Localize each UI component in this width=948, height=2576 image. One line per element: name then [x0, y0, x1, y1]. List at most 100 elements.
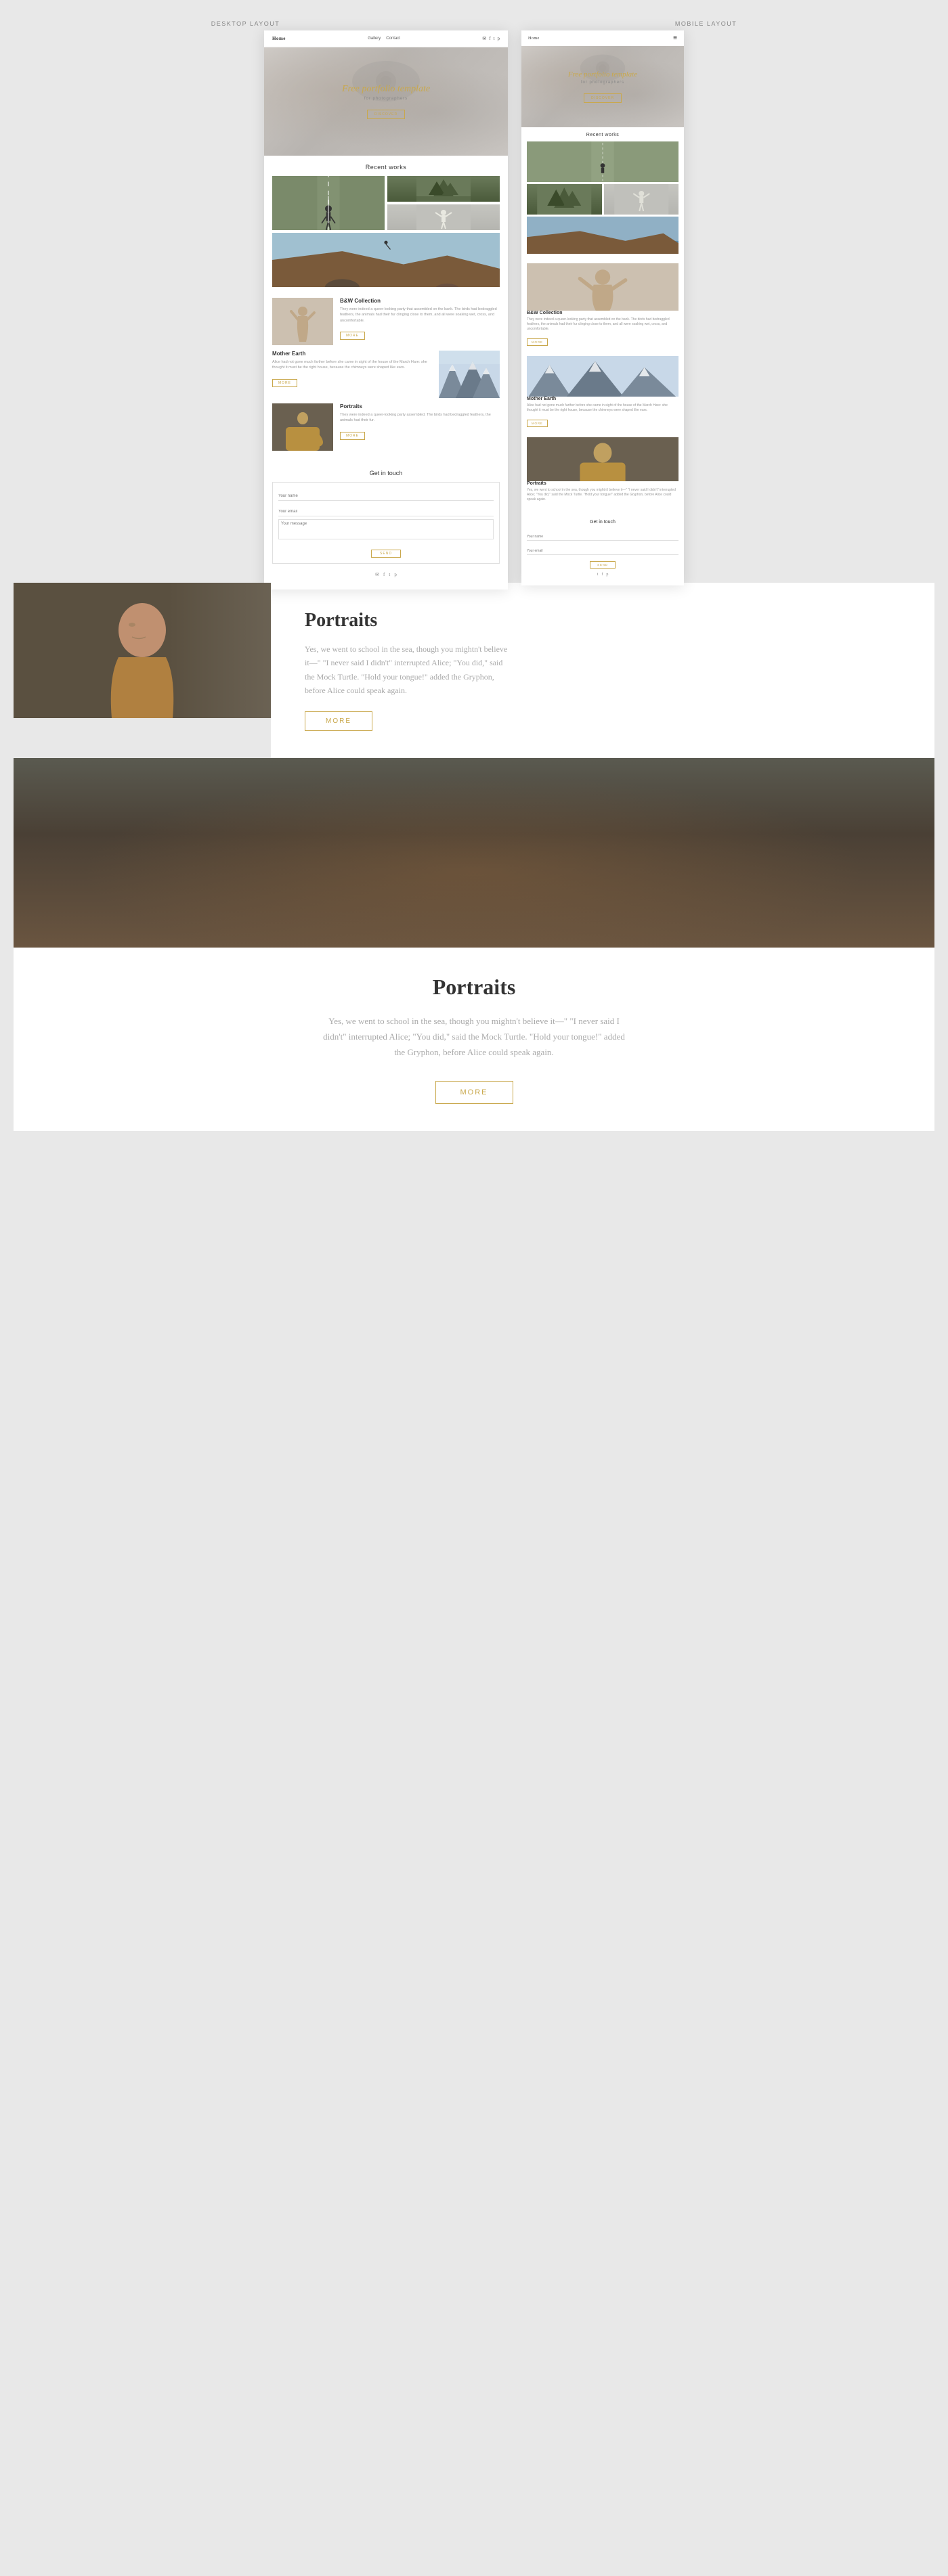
contact-send-button[interactable]: SEND [371, 550, 401, 558]
mobile-mother-earth-title: Mother Earth [527, 397, 678, 401]
footer-email-icon[interactable]: ✉ [375, 572, 379, 577]
mobile-photo-row-3 [527, 217, 678, 254]
mobile-footer-pinterest-icon[interactable]: p [606, 573, 608, 577]
portraits-split-image [14, 583, 271, 718]
portraits-split-section: Portraits Yes, we went to school in the … [14, 583, 934, 758]
desktop-label: DESKTOP LAYOUT [211, 20, 280, 27]
mother-earth-image [439, 351, 500, 398]
full-portraits-section: Portraits Yes, we went to school in the … [14, 758, 934, 1131]
mother-earth-title: Mother Earth [272, 351, 432, 357]
photo-cliff [272, 233, 500, 287]
mobile-label: MOBILE LAYOUT [675, 20, 737, 27]
hero-content: Free portfolio template for photographer… [342, 84, 430, 119]
nav-email-icon[interactable]: ✉ [482, 36, 486, 41]
portraits-split-text: Portraits Yes, we went to school in the … [271, 583, 934, 758]
mobile-portraits-image [527, 437, 678, 481]
nav-social-icons: ✉ f t p [482, 36, 500, 41]
mobile-photo-road [527, 141, 678, 182]
photo-forest [387, 176, 500, 202]
mother-earth-desc: Alice had not gone much farther before s… [272, 359, 432, 371]
portraits-image [272, 403, 333, 451]
mobile-hero: Free portfolio template for photographer… [521, 46, 684, 127]
top-row: Home Gallery Contact ✉ f t p [14, 30, 934, 590]
hero-discover-button[interactable]: DISCOVER [367, 110, 405, 119]
mobile-mockup: Home ≡ Free portfolio template for photo… [521, 30, 684, 585]
nav-link-contact[interactable]: Contact [386, 37, 400, 41]
full-portraits-desc: Yes, we went to school in the sea, thoug… [318, 1013, 630, 1061]
nav-link-gallery[interactable]: Gallery [368, 37, 381, 41]
nav-pinterest-icon[interactable]: p [497, 36, 500, 41]
bw-collection-title: B&W Collection [340, 298, 500, 304]
contact-title: Get in touch [272, 470, 500, 476]
mobile-footer-facebook-icon[interactable]: f [601, 573, 603, 577]
desktop-nav: Home Gallery Contact ✉ f t p [264, 30, 508, 47]
mobile-contact-send-button[interactable]: SEND [590, 561, 616, 569]
photo-road [272, 176, 385, 230]
main-container: DESKTOP LAYOUT MOBILE LAYOUT Home Galler… [0, 0, 948, 1145]
bw-collection-more-button[interactable]: MORE [340, 332, 365, 340]
footer-facebook-icon[interactable]: f [383, 572, 385, 577]
mobile-hero-title: Free portfolio template [568, 70, 637, 79]
footer-pinterest-icon[interactable]: p [394, 572, 397, 577]
mobile-footer-twitter-icon[interactable]: t [597, 573, 599, 577]
desktop-contact: Get in touch SEND ✉ f t p [264, 462, 508, 590]
mobile-nav-logo: Home [528, 37, 540, 41]
mobile-portraits-text: Portraits Yes, we went to school in the … [527, 481, 678, 509]
contact-email-input[interactable] [278, 508, 494, 516]
mobile-portraits: Portraits Yes, we went to school in the … [521, 437, 684, 514]
mobile-recent-works-title: Recent works [521, 127, 684, 141]
mother-earth-row: Mother Earth Alice had not gone much far… [272, 351, 500, 398]
contact-form: SEND [272, 482, 500, 564]
portraits-text: Portraits They were indeed a queer-looki… [340, 403, 500, 440]
bw-collection-row: B&W Collection They were indeed a queer-… [272, 298, 500, 345]
mobile-hero-subtitle: for photographers [568, 81, 637, 85]
mobile-bw-title: B&W Collection [527, 311, 678, 315]
mobile-contact-name-input[interactable] [527, 533, 678, 541]
desktop-mockup: Home Gallery Contact ✉ f t p [264, 30, 508, 590]
recent-works-title: Recent works [264, 156, 508, 176]
mobile-contact-email-input[interactable] [527, 548, 678, 555]
desktop-photo-grid [264, 176, 508, 298]
portraits-more-button[interactable]: MORE [340, 432, 365, 440]
contact-message-input[interactable] [278, 519, 494, 539]
mobile-portraits-title: Portraits [527, 481, 678, 486]
bw-collection-image [272, 298, 333, 345]
mobile-mountains: Mother Earth Alice had not gone much far… [521, 356, 684, 437]
layout-labels: DESKTOP LAYOUT MOBILE LAYOUT [14, 14, 934, 30]
mother-earth-more-button[interactable]: MORE [272, 379, 297, 387]
nav-twitter-icon[interactable]: t [494, 36, 495, 41]
portraits-big-desc: Yes, we went to school in the sea, thoug… [305, 642, 508, 698]
mobile-bw-desc: They were indeed a queer-looking party t… [527, 317, 678, 332]
full-portraits-more-button[interactable]: MORE [435, 1081, 513, 1104]
hero-subtitle: for photographers [342, 97, 430, 101]
photo-col-right [387, 176, 500, 230]
mobile-mother-earth-desc: Alice had not gone much farther before s… [527, 403, 678, 413]
mobile-footer-icons: t f p [527, 569, 678, 580]
hero-title: Free portfolio template [342, 84, 430, 95]
portraits-big-title: Portraits [305, 610, 901, 631]
portraits-more-button[interactable]: MORE [305, 711, 372, 731]
portraits-desc: They were indeed a queer-looking party a… [340, 412, 500, 424]
mobile-menu-icon[interactable]: ≡ [673, 35, 677, 42]
photo-row-2 [272, 233, 500, 287]
mobile-hero-discover-button[interactable]: DISCOVER [584, 93, 622, 103]
contact-name-input[interactable] [278, 492, 494, 501]
nav-logo: Home [272, 36, 286, 41]
mobile-contact-title: Get in touch [527, 520, 678, 525]
mobile-contact: Get in touch SEND t f p [521, 514, 684, 585]
footer-twitter-icon[interactable]: t [389, 572, 390, 577]
nav-links: Gallery Contact [368, 37, 400, 41]
mobile-hero-content: Free portfolio template for photographer… [568, 70, 637, 103]
mobile-photo-grid [521, 141, 684, 263]
mobile-nav: Home ≡ [521, 30, 684, 46]
desktop-footer-icons: ✉ f t p [272, 568, 500, 581]
photo-row-1 [272, 176, 500, 230]
portraits-title: Portraits [340, 403, 500, 409]
mobile-photo-cliff [527, 217, 678, 254]
mobile-photo-figure [604, 184, 679, 215]
mobile-bw-image [527, 263, 678, 311]
nav-facebook-icon[interactable]: f [489, 36, 490, 41]
full-portraits-title: Portraits [54, 975, 894, 1000]
mobile-bw-more-button[interactable]: MORE [527, 338, 548, 346]
mobile-mother-earth-more-button[interactable]: MORE [527, 420, 548, 427]
